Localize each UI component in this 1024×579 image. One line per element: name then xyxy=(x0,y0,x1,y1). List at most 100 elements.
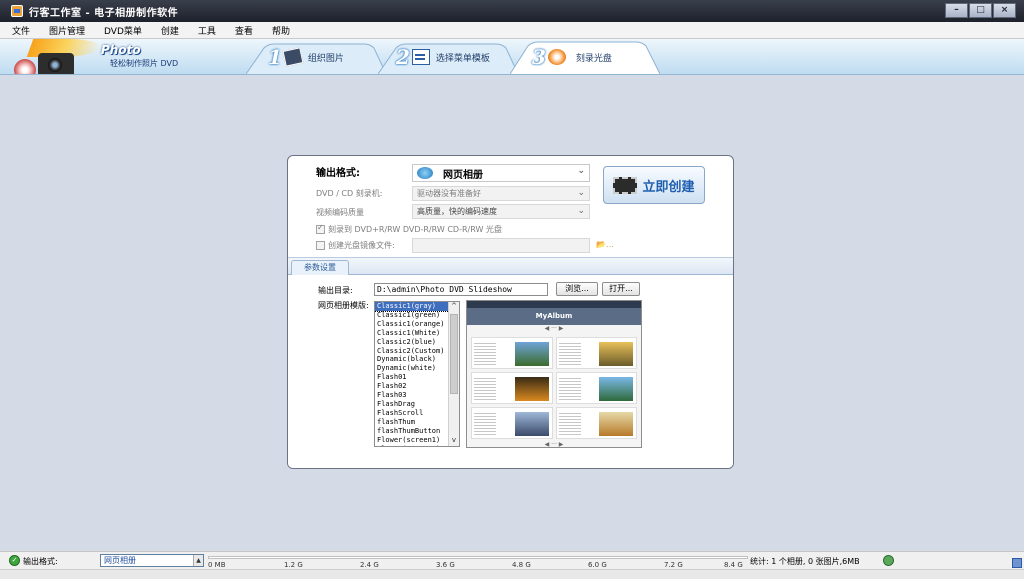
menu-bar: 文件 图片管理 DVD菜单 创建 工具 查看 帮助 xyxy=(0,22,1024,39)
template-listbox[interactable]: Classic1(gray) Classic1(green) Classic1(or… xyxy=(374,301,460,447)
template-list-item[interactable]: Flower(screen2) xyxy=(375,445,459,447)
capacity-track xyxy=(208,556,748,559)
refresh-icon[interactable] xyxy=(883,555,894,566)
burner-select[interactable]: 驱动器没有准备好 ⌄ xyxy=(412,186,590,201)
chevron-down-icon: ⌄ xyxy=(577,206,585,216)
create-now-button[interactable]: 立即创建 xyxy=(603,166,705,204)
template-list-item[interactable]: flashThum xyxy=(375,418,459,427)
chevron-down-icon: ⌄ xyxy=(577,188,585,198)
title-bar: 行客工作室 - 电子相册制作软件 – □ × xyxy=(0,0,1024,22)
scale-tick: 2.4 G xyxy=(360,561,379,569)
minimize-button[interactable]: – xyxy=(945,3,968,18)
tab-strip: 参数设置 xyxy=(288,257,733,276)
quality-row: 视频编码质量 xyxy=(316,207,364,218)
output-format-row: 输出格式: xyxy=(316,164,360,179)
step-label: 选择菜单模板 xyxy=(435,53,490,64)
folder-browse-icon[interactable]: 📂… xyxy=(596,240,614,249)
menu-tools[interactable]: 工具 xyxy=(198,24,216,37)
burner-value: 驱动器没有准备好 xyxy=(417,189,481,198)
film-icon xyxy=(613,176,638,194)
scale-tick: 1.2 G xyxy=(284,561,303,569)
burn-checkbox-label: 刻录到 DVD+R/RW DVD-R/RW CD-R/RW 光盘 xyxy=(328,225,502,234)
step-organize-photos[interactable]: 1 组织图片 xyxy=(246,40,386,74)
template-list-item[interactable]: Classic2(blue) xyxy=(375,338,459,347)
preview-card xyxy=(471,372,553,404)
logo-disc-icon xyxy=(14,59,36,74)
scale-tick: 3.6 G xyxy=(436,561,455,569)
logo-camera-icon xyxy=(38,53,74,74)
scroll-down-icon[interactable]: v xyxy=(449,436,459,446)
burn-checkbox[interactable] xyxy=(316,223,325,234)
iso-path-input[interactable] xyxy=(412,238,590,253)
close-button[interactable]: × xyxy=(993,3,1016,18)
step-banner: Photo 轻松制作照片 DVD 1 组织图片 2 选择菜单模板 3 刻录光盘 xyxy=(0,39,1024,75)
scroll-up-icon[interactable]: ^ xyxy=(449,302,459,312)
check-circle-icon: ✓ xyxy=(9,555,20,566)
template-list-item[interactable]: Classic1(orange) xyxy=(375,320,459,329)
menu-help[interactable]: 帮助 xyxy=(272,24,290,37)
burner-label: DVD / CD 刻录机: xyxy=(316,189,383,198)
step-number: 3 xyxy=(532,45,546,69)
browse-button[interactable]: 浏览... xyxy=(556,282,598,296)
template-list-item[interactable]: Dynamic(white) xyxy=(375,364,459,373)
web-album-icon xyxy=(417,167,433,179)
chevron-up-icon: ▲ xyxy=(193,555,203,566)
preview-card xyxy=(555,407,637,439)
scrollbar-thumb[interactable] xyxy=(450,314,458,394)
status-format-label: 输出格式: xyxy=(23,557,58,566)
template-list-item[interactable]: Classic1(White) xyxy=(375,329,459,338)
logo-subtitle: 轻松制作照片 DVD xyxy=(110,59,179,68)
status-bar: ✓ 输出格式: 网页相册 ▲ 0 MB 1.2 G 2.4 G 3.6 G 4.… xyxy=(0,551,1024,569)
menu-file[interactable]: 文件 xyxy=(12,24,30,37)
chevron-down-icon: ⌄ xyxy=(577,166,585,176)
template-list-item[interactable]: Flash02 xyxy=(375,382,459,391)
output-format-select[interactable]: 网页相册 ⌄ xyxy=(412,164,590,182)
template-list-item[interactable]: FlashDrag xyxy=(375,400,459,409)
status-format-value: 网页相册 xyxy=(104,556,136,565)
preview-album-title: MyAlbum xyxy=(467,308,641,325)
preview-card xyxy=(555,337,637,369)
scale-tick: 6.0 G xyxy=(588,561,607,569)
menu-create[interactable]: 创建 xyxy=(161,24,179,37)
template-list-item[interactable]: flashThumButton xyxy=(375,427,459,436)
template-list-item[interactable]: Classic1(gray) xyxy=(375,302,459,312)
template-list-item[interactable]: Flower(screen1) xyxy=(375,436,459,445)
step-burn-disc[interactable]: 3 刻录光盘 xyxy=(510,40,660,74)
template-preview: MyAlbum ◀ ··· ▶ ◀ ··· ▶ xyxy=(466,300,642,448)
iso-checkbox-row[interactable]: 创建光盘镜像文件: xyxy=(316,240,395,251)
burn-checkbox-row[interactable]: 刻录到 DVD+R/RW DVD-R/RW CD-R/RW 光盘 xyxy=(316,223,502,235)
listbox-scrollbar[interactable]: ^ v xyxy=(448,302,459,446)
menu-dvd-menu[interactable]: DVD菜单 xyxy=(104,24,142,37)
template-list-item[interactable]: Dynamic(black) xyxy=(375,355,459,364)
menu-picture-manage[interactable]: 图片管理 xyxy=(49,24,85,37)
bottom-band xyxy=(0,569,1024,579)
status-stats: 统计: 1 个相册, 0 张图片,6MB xyxy=(750,557,860,566)
preview-card xyxy=(471,407,553,439)
resize-grip-icon[interactable] xyxy=(1012,558,1022,568)
template-list-item[interactable]: FlashScroll xyxy=(375,409,459,418)
step-number: 1 xyxy=(268,45,282,69)
template-list-item[interactable]: Classic1(green) xyxy=(375,311,459,320)
output-format-value: 网页相册 xyxy=(443,169,483,181)
burner-row: DVD / CD 刻录机: xyxy=(316,188,382,199)
iso-checkbox-label: 创建光盘镜像文件: xyxy=(328,241,395,250)
step-label: 组织图片 xyxy=(307,53,344,64)
open-button[interactable]: 打开... xyxy=(602,282,640,296)
tab-parameters[interactable]: 参数设置 xyxy=(291,260,349,276)
template-list-item[interactable]: Classic2(Custom) xyxy=(375,347,459,356)
preview-nav-icon: ◀ ··· ▶ xyxy=(544,325,564,332)
disc-burn-icon xyxy=(547,49,566,65)
window-title: 行客工作室 - 电子相册制作软件 xyxy=(29,7,179,19)
menu-view[interactable]: 查看 xyxy=(235,24,253,37)
template-list-item[interactable]: Flash03 xyxy=(375,391,459,400)
iso-checkbox[interactable] xyxy=(316,241,325,250)
output-dir-input[interactable]: D:\admin\Photo DVD Slideshow xyxy=(374,283,548,296)
preview-card xyxy=(555,372,637,404)
quality-select[interactable]: 高质量，快的编码速度 ⌄ xyxy=(412,204,590,219)
status-format-select[interactable]: 网页相册 ▲ xyxy=(100,554,204,567)
logo-text: Photo xyxy=(101,43,141,57)
template-list-item[interactable]: Flash01 xyxy=(375,373,459,382)
step-select-menu-template[interactable]: 2 选择菜单模板 xyxy=(378,40,518,74)
parameters-tab-body: 输出目录: D:\admin\Photo DVD Slideshow 浏览...… xyxy=(288,275,733,468)
maximize-button[interactable]: □ xyxy=(969,3,992,18)
